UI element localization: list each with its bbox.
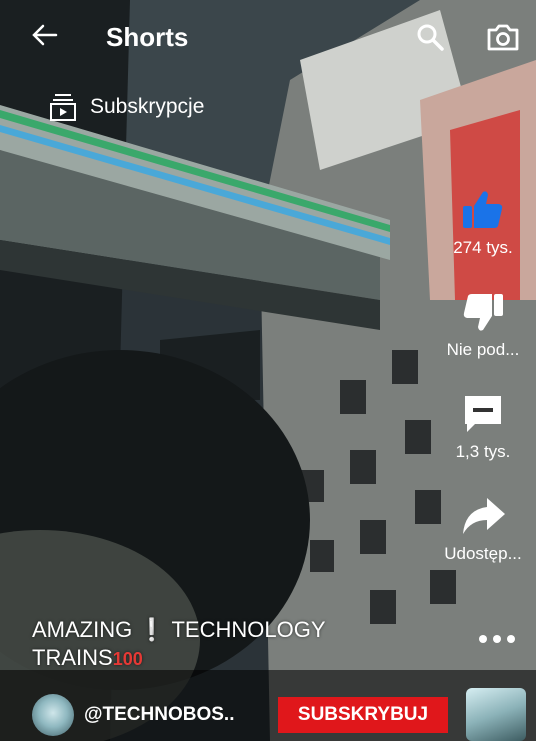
comments-button[interactable]: 1,3 tys. bbox=[455, 390, 511, 462]
thumbs-up-icon bbox=[462, 191, 503, 228]
back-arrow-icon[interactable] bbox=[30, 20, 60, 50]
video-caption: AMAZING ❕ TECHNOLOGY TRAINS100 bbox=[32, 616, 326, 673]
share-label: Udostęp... bbox=[444, 544, 522, 563]
exclamation-icon: ❕ bbox=[138, 617, 166, 642]
channel-info[interactable]: @TECHNOBOS.. bbox=[32, 694, 234, 736]
audio-thumbnail[interactable] bbox=[466, 688, 526, 741]
shorts-player[interactable]: Shorts Subskrypcje 274 tys. Nie pod... 1… bbox=[0, 0, 536, 741]
channel-avatar[interactable] bbox=[32, 694, 74, 736]
subscribe-button[interactable]: SUBSKRYBUJ bbox=[278, 697, 448, 733]
more-options-icon[interactable] bbox=[477, 634, 517, 644]
share-arrow-icon bbox=[463, 498, 505, 534]
caption-word-1: AMAZING bbox=[32, 617, 133, 642]
top-bar: Shorts bbox=[0, 0, 536, 80]
dislike-label: Nie pod... bbox=[446, 340, 520, 359]
subscriptions-link[interactable]: Subskrypcje bbox=[48, 92, 204, 122]
thumbs-down-icon bbox=[463, 294, 503, 331]
search-icon[interactable] bbox=[415, 22, 445, 52]
channel-handle[interactable]: @TECHNOBOS.. bbox=[84, 704, 234, 726]
caption-word-2: TECHNOLOGY bbox=[171, 617, 326, 642]
subscriptions-label: Subskrypcje bbox=[90, 95, 205, 118]
caption-word-3: TRAINS bbox=[32, 645, 113, 670]
share-button[interactable]: Udostęp... bbox=[444, 492, 522, 564]
action-rail: 274 tys. Nie pod... 1,3 tys. Udostęp... bbox=[440, 186, 526, 594]
like-button[interactable]: 274 tys. bbox=[453, 186, 513, 258]
dislike-button[interactable]: Nie pod... bbox=[446, 288, 520, 360]
comment-icon bbox=[465, 396, 501, 432]
subscriptions-icon bbox=[50, 94, 76, 121]
camera-icon[interactable] bbox=[486, 22, 520, 52]
comments-count: 1,3 tys. bbox=[455, 442, 511, 461]
hundred-points-emoji: 100 bbox=[112, 649, 143, 669]
page-title: Shorts bbox=[106, 22, 189, 52]
like-count: 274 tys. bbox=[453, 238, 513, 257]
